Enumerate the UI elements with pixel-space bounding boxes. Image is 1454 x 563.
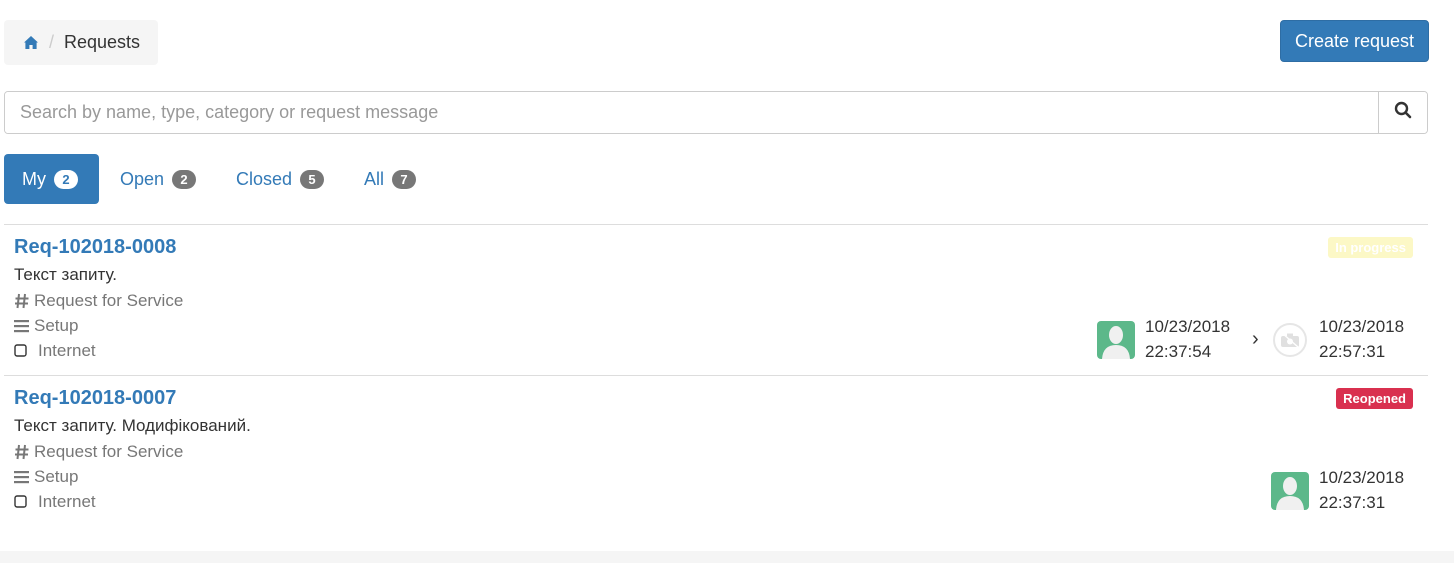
search-button[interactable] (1378, 92, 1427, 133)
creator-avatar (1097, 321, 1135, 359)
request-category-label: Setup (34, 467, 79, 486)
created-time: 22:37:54 (1145, 342, 1212, 361)
hash-icon (15, 293, 29, 309)
tab-all-count: 7 (392, 169, 417, 189)
tab-my-count: 2 (54, 169, 78, 189)
tab-my[interactable]: My 2 (4, 154, 99, 204)
breadcrumb: / Requests (4, 20, 158, 65)
request-category: Setup (14, 316, 78, 336)
request-type: Request for Service (14, 291, 183, 311)
created-timestamp: 10/23/2018 22:37:54 (1145, 314, 1230, 364)
home-icon[interactable] (23, 35, 39, 51)
request-type: Request for Service (14, 442, 183, 462)
tab-closed[interactable]: Closed 5 (218, 154, 345, 204)
updated-date: 10/23/2018 (1319, 317, 1405, 336)
search-input[interactable] (5, 92, 1378, 133)
status-badge: Reopened (1336, 388, 1413, 409)
request-subcategory: Internet (14, 341, 96, 361)
tab-my-label: My (22, 168, 46, 189)
tab-open-label: Open (120, 168, 165, 189)
hash-icon (15, 444, 29, 460)
search-bar (4, 91, 1428, 134)
tab-all[interactable]: All 7 (347, 154, 437, 204)
request-item[interactable]: Req-102018-0008 Текст запиту. Request fo… (0, 225, 1454, 375)
tab-open-count: 2 (172, 169, 197, 189)
request-message: Текст запиту. (14, 265, 117, 284)
request-category-label: Setup (34, 316, 79, 335)
created-date: 10/23/2018 (1145, 317, 1231, 336)
camera-icon (1273, 323, 1307, 357)
square-icon (14, 344, 27, 357)
status-badge: In progress (1328, 237, 1413, 258)
request-id-link[interactable]: Req-102018-0007 (14, 387, 176, 410)
updated-timestamp: 10/23/2018 22:57:31 (1319, 314, 1404, 364)
request-type-label: Request for Service (34, 442, 184, 461)
filter-tabs: My 2 Open 2 Closed 5 All 7 (4, 154, 439, 204)
request-type-label: Request for Service (34, 291, 184, 310)
created-date: 10/23/2018 (1319, 468, 1405, 487)
request-category: Setup (14, 467, 78, 487)
footer-bar (0, 551, 1454, 563)
list-icon (14, 320, 29, 333)
creator-avatar (1271, 472, 1309, 510)
tab-closed-count: 5 (300, 169, 325, 189)
request-subcategory-label: Internet (38, 492, 96, 511)
breadcrumb-current: Requests (64, 32, 141, 52)
square-icon (14, 495, 27, 508)
request-item[interactable]: Req-102018-0007 Текст запиту. Модифікова… (0, 376, 1454, 526)
list-icon (14, 471, 29, 484)
created-time: 22:37:31 (1319, 493, 1386, 512)
request-subcategory: Internet (14, 492, 96, 512)
create-request-button[interactable]: Create request (1280, 20, 1429, 62)
request-message: Текст запиту. Модифікований. (14, 416, 251, 435)
created-timestamp: 10/23/2018 22:37:31 (1319, 465, 1404, 515)
search-icon (1394, 101, 1412, 124)
breadcrumb-separator: / (49, 32, 55, 52)
tab-closed-label: Closed (236, 168, 293, 189)
request-id-link[interactable]: Req-102018-0008 (14, 236, 176, 259)
tab-open[interactable]: Open 2 (101, 154, 216, 204)
chevron-right-icon: › (1252, 328, 1259, 350)
request-subcategory-label: Internet (38, 341, 96, 360)
updated-time: 22:57:31 (1319, 342, 1386, 361)
tab-all-label: All (364, 168, 385, 189)
